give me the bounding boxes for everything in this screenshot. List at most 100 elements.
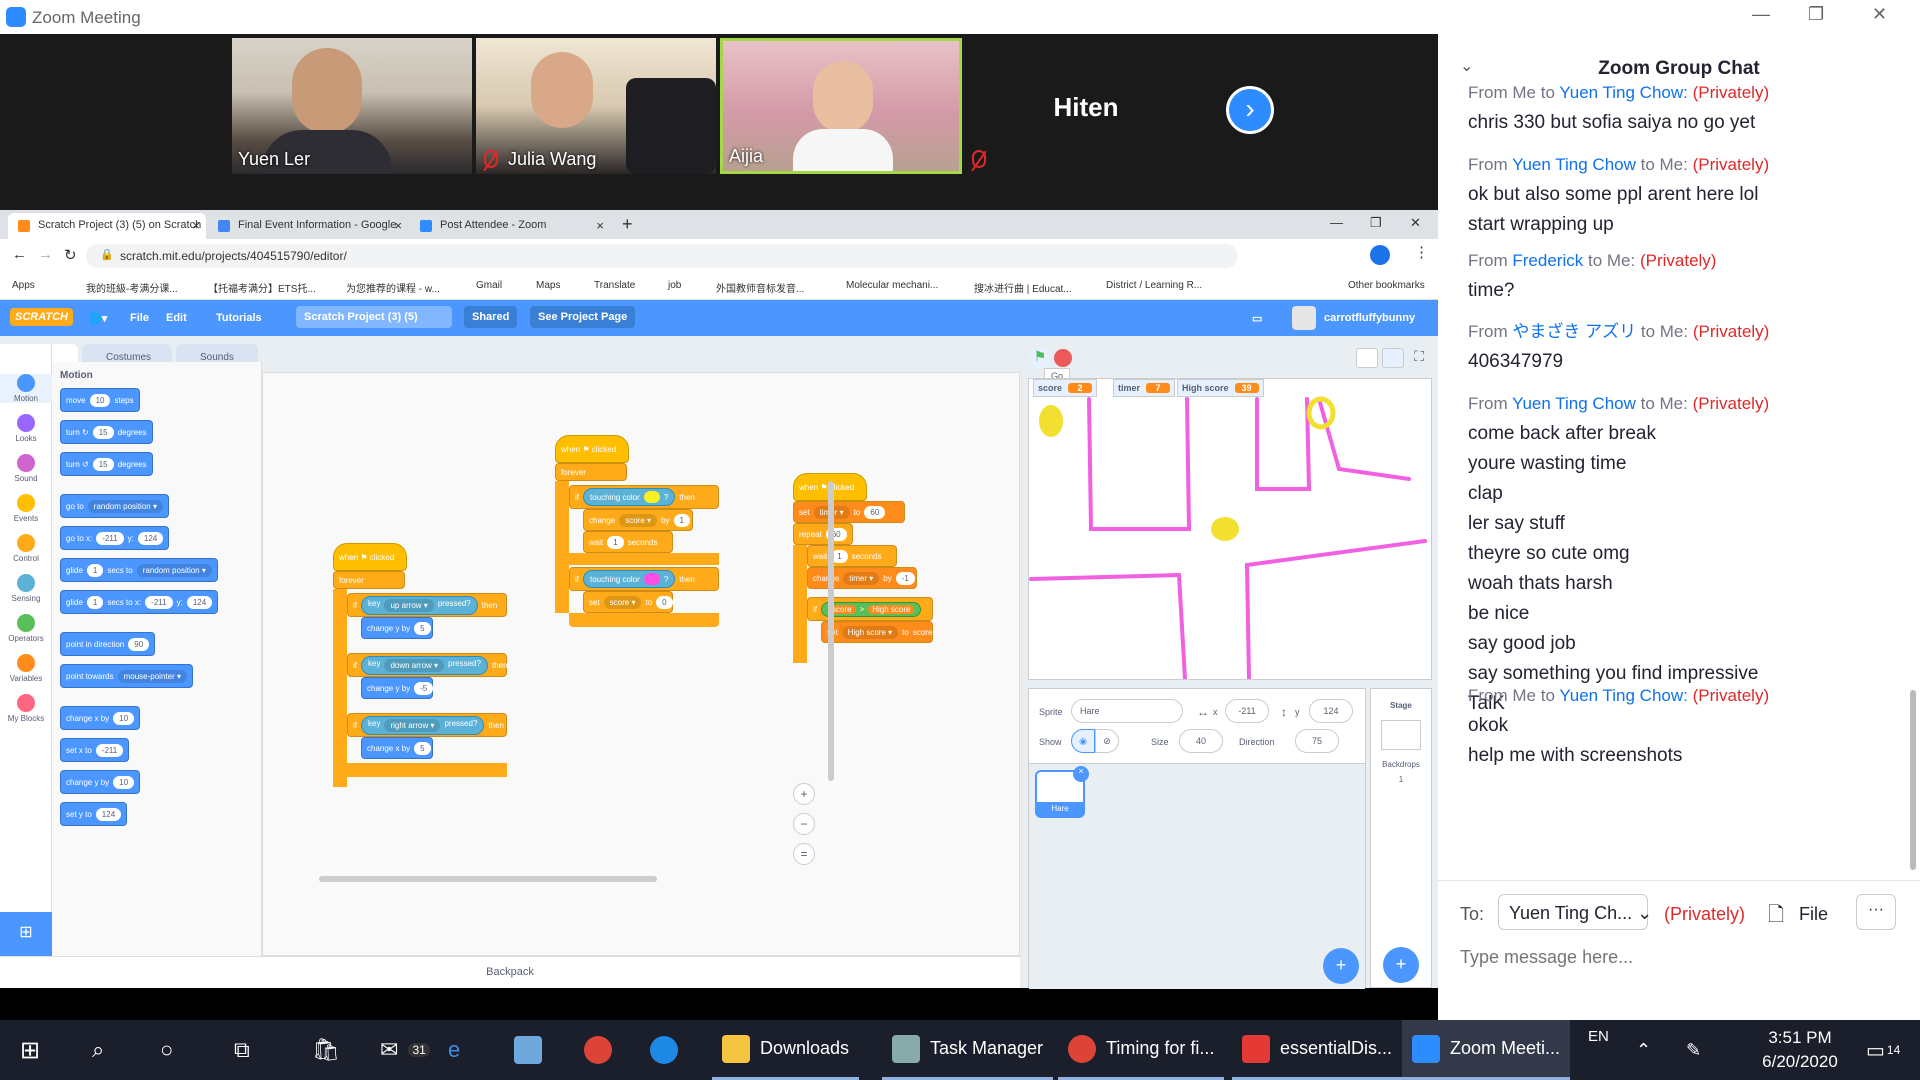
video-tile[interactable]: Julia Wang [476, 38, 716, 174]
category-variables[interactable]: Variables [0, 654, 52, 683]
cortana-icon[interactable]: ○ [160, 1020, 173, 1080]
palette-block[interactable]: go to random position ▾ [60, 494, 169, 518]
if-score-greater-block[interactable]: if score > High score [807, 597, 933, 621]
next-page-button[interactable]: › [1226, 86, 1274, 134]
bookmark-item[interactable]: 我的班級-考满分课... [86, 280, 178, 295]
tutorials-button[interactable]: Tutorials [216, 312, 262, 324]
bookmark-job[interactable]: job [668, 280, 681, 291]
palette-block[interactable]: set y to 124 [60, 802, 128, 826]
palette-block[interactable]: point in direction 90 [60, 632, 156, 656]
palette-block[interactable]: move 10 steps [60, 388, 140, 412]
category-my-blocks[interactable]: My Blocks [0, 694, 52, 723]
video-tile[interactable]: Yuen Ler [232, 38, 472, 174]
bookmark-maps[interactable]: Maps [536, 280, 560, 291]
sender-name[interactable]: Yuen Ting Chow [1512, 155, 1636, 174]
sprite-thumbnail[interactable]: Hare × [1035, 766, 1089, 818]
set-high-score-block[interactable]: setHigh score ▾toscore [821, 621, 933, 643]
wait-block[interactable]: wait 1 seconds [583, 531, 673, 553]
bookmark-item[interactable]: Molecular mechani... [846, 280, 938, 291]
small-stage-button[interactable] [1356, 348, 1378, 368]
if-touching-color-block[interactable]: if touching color? then [569, 485, 719, 509]
globe-icon[interactable]: 🌐▾ [88, 312, 107, 325]
forward-arrow-icon[interactable]: → [38, 246, 53, 263]
category-events[interactable]: Events [0, 494, 52, 523]
palette-block[interactable]: turn ↻ 15 degrees [60, 420, 153, 444]
choose-sprite-button[interactable]: + [1323, 948, 1359, 984]
project-title-input[interactable]: Scratch Project (3) (5) [296, 306, 452, 328]
video-tile[interactable]: Hiten [966, 38, 1206, 174]
palette-block[interactable]: turn ↺ 15 degrees [60, 452, 153, 476]
chat-scrollbar[interactable] [1910, 690, 1916, 870]
restore-button[interactable]: ❐ [1808, 4, 1824, 25]
palette-block[interactable]: change x by 10 [60, 706, 141, 730]
color-swatch-yellow[interactable] [643, 491, 660, 503]
sprite-direction-input[interactable]: 75 [1295, 729, 1339, 753]
green-flag-button[interactable]: ⚑ [1030, 348, 1050, 368]
sprite-size-input[interactable]: 40 [1179, 729, 1223, 753]
if-key-pressed-block[interactable]: if key down arrow ▾ pressed? then [347, 653, 508, 677]
notification-icon[interactable]: ▭ 14 [1866, 1020, 1900, 1080]
back-arrow-icon[interactable]: ← [12, 246, 27, 263]
stage-canvas[interactable]: score 2 timer 7 High score 39 [1028, 378, 1432, 680]
category-motion[interactable]: Motion [0, 374, 52, 403]
browser-close-button[interactable]: ✕ [1410, 215, 1421, 231]
browser-maximize-button[interactable]: ❐ [1370, 215, 1382, 231]
sender-name[interactable]: Yuen Ting Chow [1512, 394, 1636, 413]
sprite-name-input[interactable]: Hare [1071, 699, 1183, 723]
username-menu[interactable]: carrotfluffybunny [1324, 312, 1415, 324]
shared-button[interactable]: Shared [464, 306, 518, 328]
taskbar-zoom[interactable]: Zoom Meeti... [1402, 1020, 1571, 1080]
normal-stage-button[interactable] [1382, 348, 1404, 368]
bookmark-item[interactable]: 【托福考满分】ETS托... [208, 280, 316, 295]
forever-block[interactable]: forever [555, 463, 627, 481]
stop-button[interactable] [1054, 349, 1072, 367]
palette-block[interactable]: point towards mouse-pointer ▾ [60, 664, 193, 688]
change-y-block[interactable]: change y by 5 [361, 617, 433, 639]
task-view-icon[interactable]: ⧉ [234, 1020, 250, 1080]
workspace-vertical-scrollbar[interactable] [828, 481, 834, 781]
file-button[interactable]: File [1799, 904, 1828, 925]
app-icon[interactable] [650, 1020, 678, 1080]
palette-block[interactable]: go to x: -211 y: 124 [60, 526, 170, 550]
bookmark-apps[interactable]: Apps [12, 280, 35, 291]
mail-icon[interactable]: ✉ 31 [380, 1020, 430, 1080]
url-bar[interactable]: 🔒 scratch.mit.edu/projects/404515790/edit… [86, 244, 1238, 268]
zoom-out-button[interactable]: − [793, 813, 815, 835]
category-operators[interactable]: Operators [0, 614, 52, 643]
change-y-block[interactable]: change y by -5 [361, 677, 434, 699]
store-icon[interactable]: 🛍 [312, 1020, 340, 1080]
browser-minimize-button[interactable]: — [1330, 215, 1343, 230]
minimize-button[interactable]: — [1752, 4, 1770, 25]
close-tab-icon[interactable]: × [192, 218, 200, 233]
app-icon[interactable] [514, 1020, 542, 1080]
show-eye-icon[interactable]: ◉ [1071, 729, 1095, 753]
sprite-x-input[interactable]: -211 [1225, 699, 1269, 723]
workspace-horizontal-scrollbar[interactable] [319, 876, 657, 882]
taskbar-downloads[interactable]: Downloads [712, 1020, 860, 1080]
backpack-panel[interactable]: Backpack [0, 956, 1020, 988]
clock[interactable]: 3:51 PM 6/20/2020 [1740, 1026, 1860, 1074]
when-flag-clicked-block[interactable]: when ⚑ clicked [555, 435, 629, 463]
close-button[interactable]: ✕ [1872, 4, 1887, 25]
bookmark-translate[interactable]: Translate [594, 280, 635, 291]
category-sensing[interactable]: Sensing [0, 574, 52, 603]
sender-name[interactable]: Frederick [1512, 251, 1583, 270]
file-menu[interactable]: File [130, 312, 149, 324]
hide-eye-icon[interactable]: ⊘ [1095, 729, 1119, 753]
edit-menu[interactable]: Edit [166, 312, 187, 324]
sprite-y-input[interactable]: 124 [1309, 699, 1353, 723]
category-looks[interactable]: Looks [0, 414, 52, 443]
fullscreen-icon[interactable]: ⛶ [1408, 348, 1430, 368]
taskbar-pdf[interactable]: essentialDis... [1232, 1020, 1403, 1080]
recipient-name[interactable]: Yuen Ting Chow: [1559, 686, 1688, 705]
palette-block[interactable]: glide 1 secs to x: -211 y: 124 [60, 590, 219, 614]
language-indicator[interactable]: EN [1588, 1020, 1609, 1080]
zoom-reset-button[interactable]: = [793, 843, 815, 865]
palette-block[interactable]: set x to -211 [60, 738, 130, 762]
see-project-page-button[interactable]: See Project Page [530, 306, 636, 328]
set-score-block[interactable]: set score ▾ to 0 [583, 591, 673, 613]
more-options-button[interactable]: ··· [1856, 894, 1896, 930]
zoom-in-button[interactable]: + [793, 783, 815, 805]
change-timer-block[interactable]: change timer ▾ by -1 [807, 567, 917, 589]
bookmark-other[interactable]: Other bookmarks [1348, 280, 1425, 291]
